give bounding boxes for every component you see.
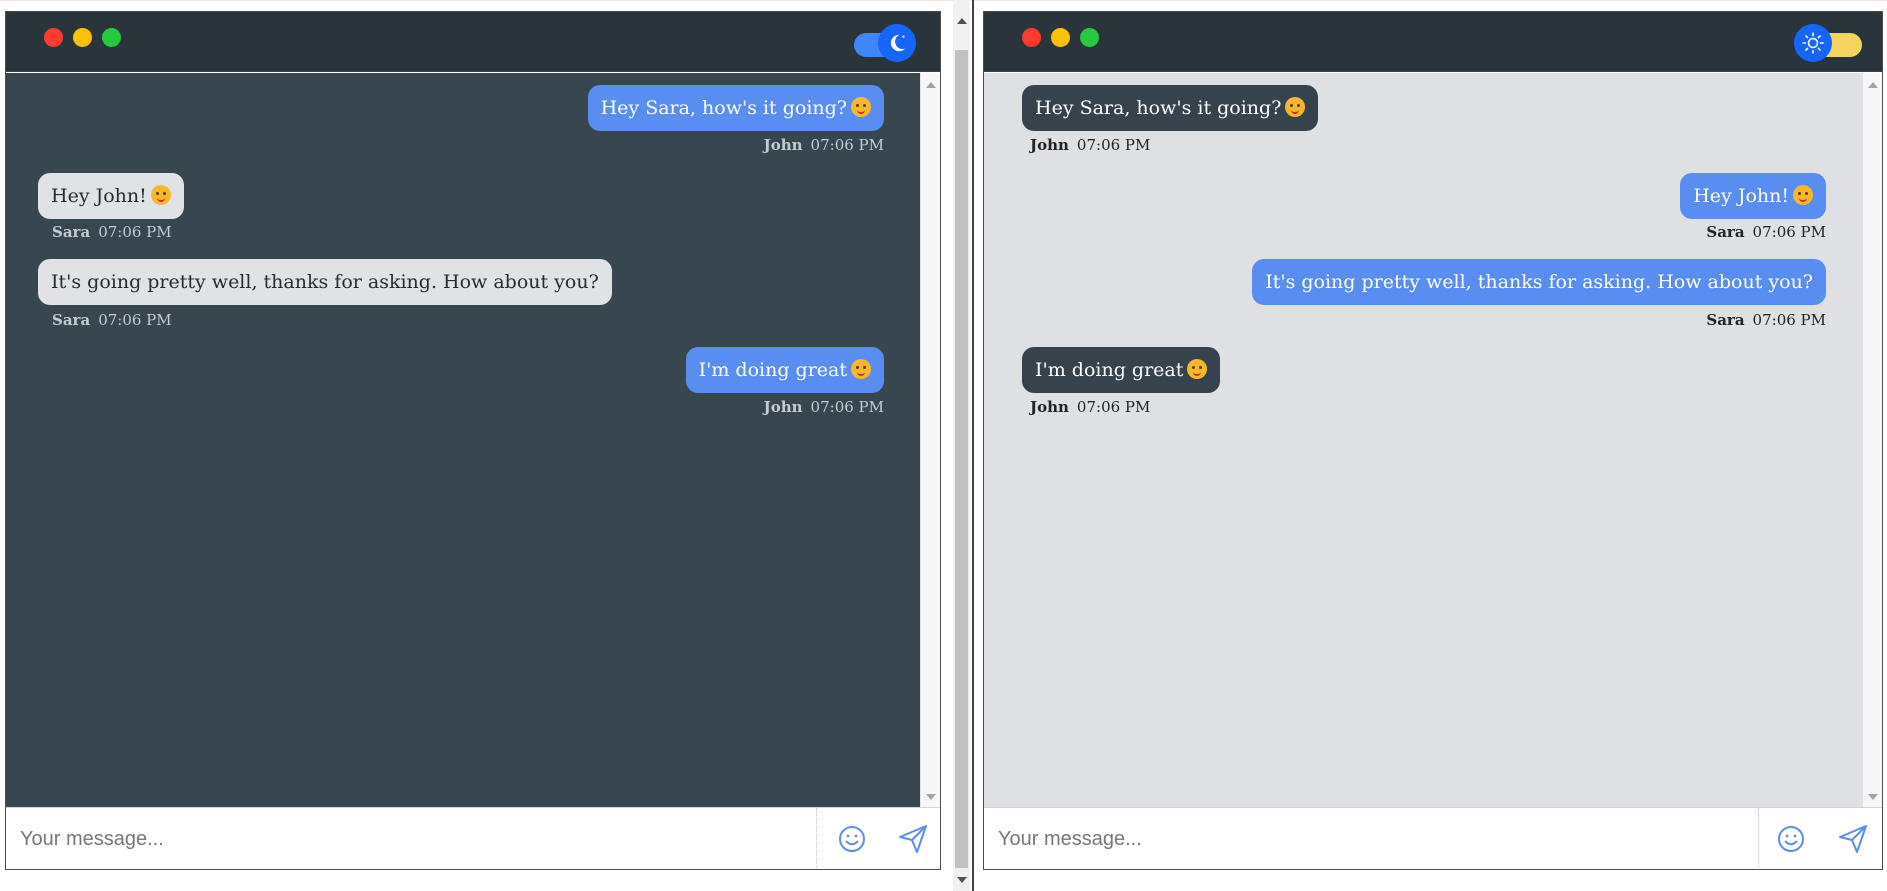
message-text: Hey Sara, how's it going? — [1035, 97, 1282, 119]
chat-scrollbar[interactable] — [920, 73, 940, 809]
message-text: It's going pretty well, thanks for askin… — [1265, 271, 1813, 293]
message-bubble: It's going pretty well, thanks for askin… — [1252, 259, 1826, 305]
window-controls — [44, 28, 121, 47]
message-meta: John 07:06 PM — [764, 136, 884, 154]
smiling-emoji-icon — [851, 359, 871, 379]
message-text: Hey Sara, how's it going? — [600, 97, 847, 119]
message-text: I'm doing great — [1035, 359, 1184, 381]
message-item: Hey John! — [1680, 173, 1826, 219]
title-bar — [984, 12, 1882, 72]
message-item: Hey Sara, how's it going? — [1022, 85, 1319, 131]
top-border — [0, 0, 1887, 1]
message-time: 07:06 PM — [1076, 398, 1151, 416]
chat-scrollbar[interactable] — [1862, 73, 1882, 809]
emoji-picker-button[interactable] — [833, 820, 871, 858]
sender-name: Sara — [1706, 311, 1745, 329]
message-bubble: Hey John! — [38, 173, 184, 219]
winking-tongue-emoji-icon — [1285, 97, 1306, 117]
message-time: 07:06 PM — [1076, 136, 1151, 154]
screen: Hey Sara, how's it going? John 07:06 PM H… — [0, 0, 1887, 891]
send-button[interactable] — [1834, 820, 1872, 858]
page-scrollbar-thumb[interactable] — [955, 50, 968, 868]
message-bubble: It's going pretty well, thanks for askin… — [38, 259, 612, 305]
sun-icon — [1794, 24, 1832, 62]
message-input[interactable] — [20, 822, 800, 856]
message-bubble: I'm doing great — [685, 347, 884, 393]
message-meta: John 07:06 PM — [764, 398, 884, 416]
theme-toggle[interactable] — [1794, 24, 1862, 62]
message-time: 07:06 PM — [810, 136, 884, 154]
composer-divider — [816, 808, 817, 869]
kissing-emoji-icon — [150, 185, 171, 205]
emoji-picker-button[interactable] — [1772, 820, 1810, 858]
sender-name: John — [763, 136, 803, 154]
message-time: 07:06 PM — [1752, 311, 1826, 329]
message-meta: Sara 07:06 PM — [52, 311, 172, 329]
send-button[interactable] — [894, 820, 932, 858]
message-text: Hey John! — [51, 185, 147, 207]
send-icon — [1839, 825, 1867, 853]
sender-name: Sara — [1706, 223, 1745, 241]
message-text: Hey John! — [1693, 185, 1789, 207]
page-scrollbar[interactable] — [953, 0, 970, 891]
message-meta: Sara 07:06 PM — [1706, 223, 1826, 241]
message-composer — [984, 807, 1882, 869]
message-item: Hey Sara, how's it going? — [587, 85, 884, 131]
pane-divider[interactable] — [972, 0, 974, 891]
winking-tongue-emoji-icon — [851, 97, 871, 117]
message-item: It's going pretty well, thanks for askin… — [1252, 259, 1826, 305]
minimize-window-button[interactable] — [1051, 28, 1070, 47]
moon-icon — [878, 24, 916, 62]
message-meta: John 07:06 PM — [1030, 398, 1150, 416]
message-item: It's going pretty well, thanks for askin… — [38, 259, 612, 305]
scroll-down-arrow-icon[interactable] — [926, 794, 936, 800]
window-controls — [1022, 28, 1099, 47]
title-bar — [6, 12, 940, 72]
sender-name: Sara — [52, 223, 91, 241]
scroll-down-arrow-icon[interactable] — [1868, 794, 1878, 800]
smiley-icon — [1778, 826, 1804, 852]
sender-name: Sara — [52, 311, 91, 329]
message-item: I'm doing great — [1022, 347, 1221, 393]
message-time: 07:06 PM — [1752, 223, 1826, 241]
scroll-up-arrow-icon[interactable] — [957, 18, 967, 24]
maximize-window-button[interactable] — [102, 28, 121, 47]
theme-toggle[interactable] — [854, 24, 916, 62]
kissing-emoji-icon — [1793, 185, 1813, 205]
chat-window-light: Hey Sara, how's it going? John 07:06 PM H… — [983, 11, 1883, 870]
message-item: Hey John! — [38, 173, 184, 219]
message-text: It's going pretty well, thanks for askin… — [51, 271, 599, 293]
composer-divider — [1758, 808, 1759, 869]
close-window-button[interactable] — [1022, 28, 1041, 47]
sender-name: John — [763, 398, 803, 416]
message-list[interactable]: Hey Sara, how's it going? John 07:06 PM H… — [6, 73, 920, 809]
message-input[interactable] — [998, 822, 1743, 856]
close-window-button[interactable] — [44, 28, 63, 47]
sender-name: John — [1030, 136, 1069, 154]
chat-window-dark: Hey Sara, how's it going? John 07:06 PM H… — [5, 11, 941, 870]
message-time: 07:06 PM — [98, 223, 172, 241]
sender-name: John — [1030, 398, 1069, 416]
message-bubble: Hey Sara, how's it going? — [587, 85, 884, 131]
maximize-window-button[interactable] — [1080, 28, 1099, 47]
message-item: I'm doing great — [685, 347, 884, 393]
message-meta: Sara 07:06 PM — [52, 223, 172, 241]
scroll-up-arrow-icon[interactable] — [1868, 82, 1878, 88]
send-icon — [899, 825, 927, 853]
scroll-up-arrow-icon[interactable] — [926, 82, 936, 88]
smiling-emoji-icon — [1187, 359, 1208, 379]
message-meta: Sara 07:06 PM — [1706, 311, 1826, 329]
message-time: 07:06 PM — [98, 311, 172, 329]
message-composer — [6, 807, 940, 869]
scroll-down-arrow-icon[interactable] — [957, 877, 967, 883]
message-bubble: Hey Sara, how's it going? — [1022, 85, 1319, 131]
smiley-icon — [839, 826, 865, 852]
minimize-window-button[interactable] — [73, 28, 92, 47]
message-text: I'm doing great — [698, 359, 847, 381]
message-bubble: Hey John! — [1680, 173, 1826, 219]
message-list[interactable]: Hey Sara, how's it going? John 07:06 PM H… — [984, 73, 1862, 809]
message-bubble: I'm doing great — [1022, 347, 1221, 393]
message-time: 07:06 PM — [810, 398, 884, 416]
message-meta: John 07:06 PM — [1030, 136, 1150, 154]
